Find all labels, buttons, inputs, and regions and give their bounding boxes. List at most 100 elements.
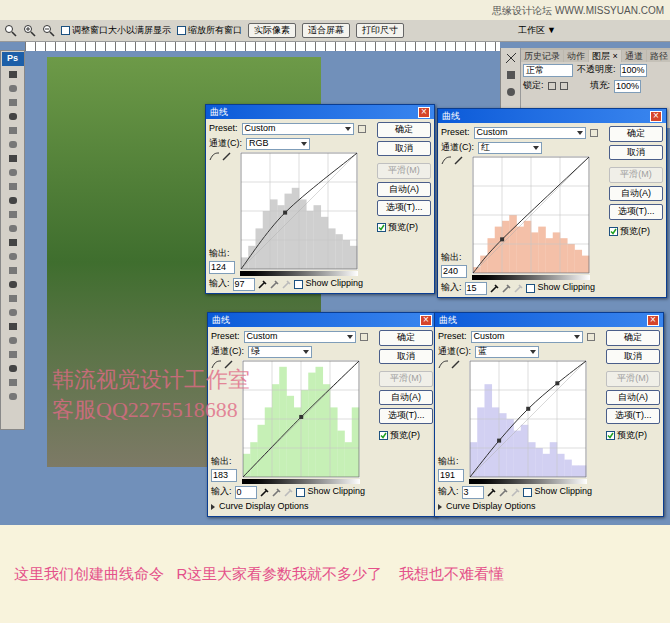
preview-checkbox[interactable] bbox=[609, 227, 618, 236]
eyedropper-icon[interactable] bbox=[260, 487, 269, 497]
eyedropper-icon[interactable] bbox=[511, 487, 520, 497]
tool-icon[interactable] bbox=[7, 321, 19, 332]
tool-icon[interactable] bbox=[7, 97, 19, 108]
tool-icon[interactable] bbox=[7, 139, 19, 150]
curve-tool-icon[interactable] bbox=[441, 156, 452, 165]
lock-icon[interactable] bbox=[548, 82, 556, 90]
dialog-button[interactable]: 确定 bbox=[609, 126, 663, 142]
tool-icon[interactable] bbox=[7, 251, 19, 262]
zoom-icon[interactable] bbox=[42, 24, 55, 37]
tool-icon[interactable] bbox=[7, 69, 19, 80]
tool-icon[interactable] bbox=[7, 265, 19, 276]
eyedropper-icon[interactable] bbox=[258, 279, 267, 289]
tool-icon[interactable] bbox=[7, 111, 19, 122]
eyedropper-icon[interactable] bbox=[272, 487, 281, 497]
panel-icon[interactable] bbox=[505, 86, 517, 98]
tool-icon[interactable] bbox=[7, 363, 19, 374]
dialog-button[interactable]: 确定 bbox=[377, 122, 431, 138]
dialog-title-bar[interactable]: 曲线× bbox=[438, 109, 666, 123]
option-button[interactable]: 适合屏幕 bbox=[302, 23, 350, 39]
tool-icon[interactable] bbox=[7, 181, 19, 192]
dialog-button[interactable]: 取消 bbox=[379, 349, 433, 365]
tool-icon[interactable] bbox=[7, 237, 19, 248]
panel-icon[interactable] bbox=[505, 69, 517, 81]
fill-field[interactable]: 100% bbox=[614, 80, 641, 93]
output-field[interactable]: 124 bbox=[209, 261, 235, 274]
preset-select[interactable]: Custom bbox=[471, 331, 583, 343]
close-button[interactable]: × bbox=[418, 107, 430, 118]
tool-icon[interactable] bbox=[7, 377, 19, 388]
tool-icon[interactable] bbox=[7, 195, 19, 206]
pencil-tool-icon[interactable] bbox=[451, 360, 460, 369]
lock-icon[interactable] bbox=[560, 82, 568, 90]
curve-point[interactable] bbox=[299, 415, 303, 419]
dialog-button[interactable]: 自动(A) bbox=[606, 390, 660, 406]
dialog-button[interactable]: 选项(T)... bbox=[606, 408, 660, 424]
eyedropper-icon[interactable] bbox=[270, 279, 279, 289]
panel-tab[interactable]: 图层 × bbox=[589, 50, 621, 62]
close-button[interactable]: × bbox=[647, 315, 659, 326]
show-clipping-checkbox[interactable] bbox=[296, 488, 305, 497]
option-button[interactable]: 实际像素 bbox=[248, 23, 296, 39]
curve-point[interactable] bbox=[555, 381, 559, 385]
dialog-button[interactable]: 自动(A) bbox=[379, 390, 433, 406]
tool-icon[interactable] bbox=[7, 167, 19, 178]
output-field[interactable]: 191 bbox=[438, 469, 464, 482]
tool-icon[interactable] bbox=[7, 391, 19, 402]
tool-icon[interactable] bbox=[7, 153, 19, 164]
preset-select[interactable]: Custom bbox=[242, 123, 354, 135]
curve-line[interactable] bbox=[243, 361, 359, 477]
show-clipping-checkbox[interactable] bbox=[294, 280, 303, 289]
pencil-tool-icon[interactable] bbox=[222, 152, 231, 161]
eyedropper-icon[interactable] bbox=[502, 283, 511, 293]
pencil-tool-icon[interactable] bbox=[454, 156, 463, 165]
channel-select[interactable]: 绿 bbox=[248, 346, 312, 358]
expand-icon[interactable] bbox=[438, 504, 442, 510]
tool-icon[interactable] bbox=[7, 83, 19, 94]
show-clipping-checkbox[interactable] bbox=[523, 488, 532, 497]
zoom-icon[interactable] bbox=[23, 24, 36, 37]
eyedropper-icon[interactable] bbox=[490, 283, 499, 293]
eyedropper-icon[interactable] bbox=[487, 487, 496, 497]
curve-graph[interactable] bbox=[469, 360, 587, 478]
eyedropper-icon[interactable] bbox=[282, 279, 291, 289]
input-field[interactable]: 0 bbox=[235, 486, 257, 499]
dialog-button[interactable]: 取消 bbox=[377, 141, 431, 157]
preview-checkbox[interactable] bbox=[379, 431, 388, 440]
dialog-button[interactable]: 自动(A) bbox=[377, 182, 431, 198]
option-button[interactable]: 打印尺寸 bbox=[356, 23, 404, 39]
dialog-button[interactable]: 选项(T)... bbox=[379, 408, 433, 424]
display-options[interactable]: Curve Display Options bbox=[219, 500, 309, 514]
dialog-button[interactable]: 确定 bbox=[379, 330, 433, 346]
eyedropper-icon[interactable] bbox=[499, 487, 508, 497]
dialog-button[interactable]: 取消 bbox=[609, 145, 663, 161]
dialog-title-bar[interactable]: 曲线× bbox=[208, 313, 436, 327]
output-field[interactable]: 183 bbox=[211, 469, 237, 482]
panel-tab[interactable]: 动作 bbox=[564, 50, 588, 62]
preset-menu-icon[interactable] bbox=[360, 333, 368, 341]
preset-menu-icon[interactable] bbox=[590, 129, 598, 137]
curve-line[interactable] bbox=[241, 153, 357, 269]
display-options[interactable]: Curve Display Options bbox=[446, 500, 536, 514]
panel-tab[interactable]: 通道 bbox=[622, 50, 646, 62]
curve-tool-icon[interactable] bbox=[209, 152, 220, 161]
panel-tab[interactable]: 历史记录 bbox=[521, 50, 563, 62]
preset-menu-icon[interactable] bbox=[358, 125, 366, 133]
curve-point[interactable] bbox=[497, 439, 501, 443]
input-field[interactable]: 3 bbox=[462, 486, 484, 499]
close-button[interactable]: × bbox=[420, 315, 432, 326]
tool-icon[interactable] bbox=[7, 125, 19, 136]
opacity-field[interactable]: 100% bbox=[620, 64, 647, 77]
preset-menu-icon[interactable] bbox=[587, 333, 595, 341]
tool-icon[interactable] bbox=[7, 335, 19, 346]
dialog-button[interactable]: 取消 bbox=[606, 349, 660, 365]
tool-icon[interactable] bbox=[7, 279, 19, 290]
expand-icon[interactable] bbox=[211, 504, 215, 510]
panel-icon[interactable] bbox=[505, 52, 517, 64]
tool-icon[interactable] bbox=[7, 293, 19, 304]
close-button[interactable]: × bbox=[650, 111, 662, 122]
channel-select[interactable]: 红 bbox=[478, 142, 542, 154]
curve-line[interactable] bbox=[473, 157, 589, 273]
preset-select[interactable]: Custom bbox=[244, 331, 356, 343]
blend-mode-select[interactable]: 正常 bbox=[523, 64, 573, 77]
